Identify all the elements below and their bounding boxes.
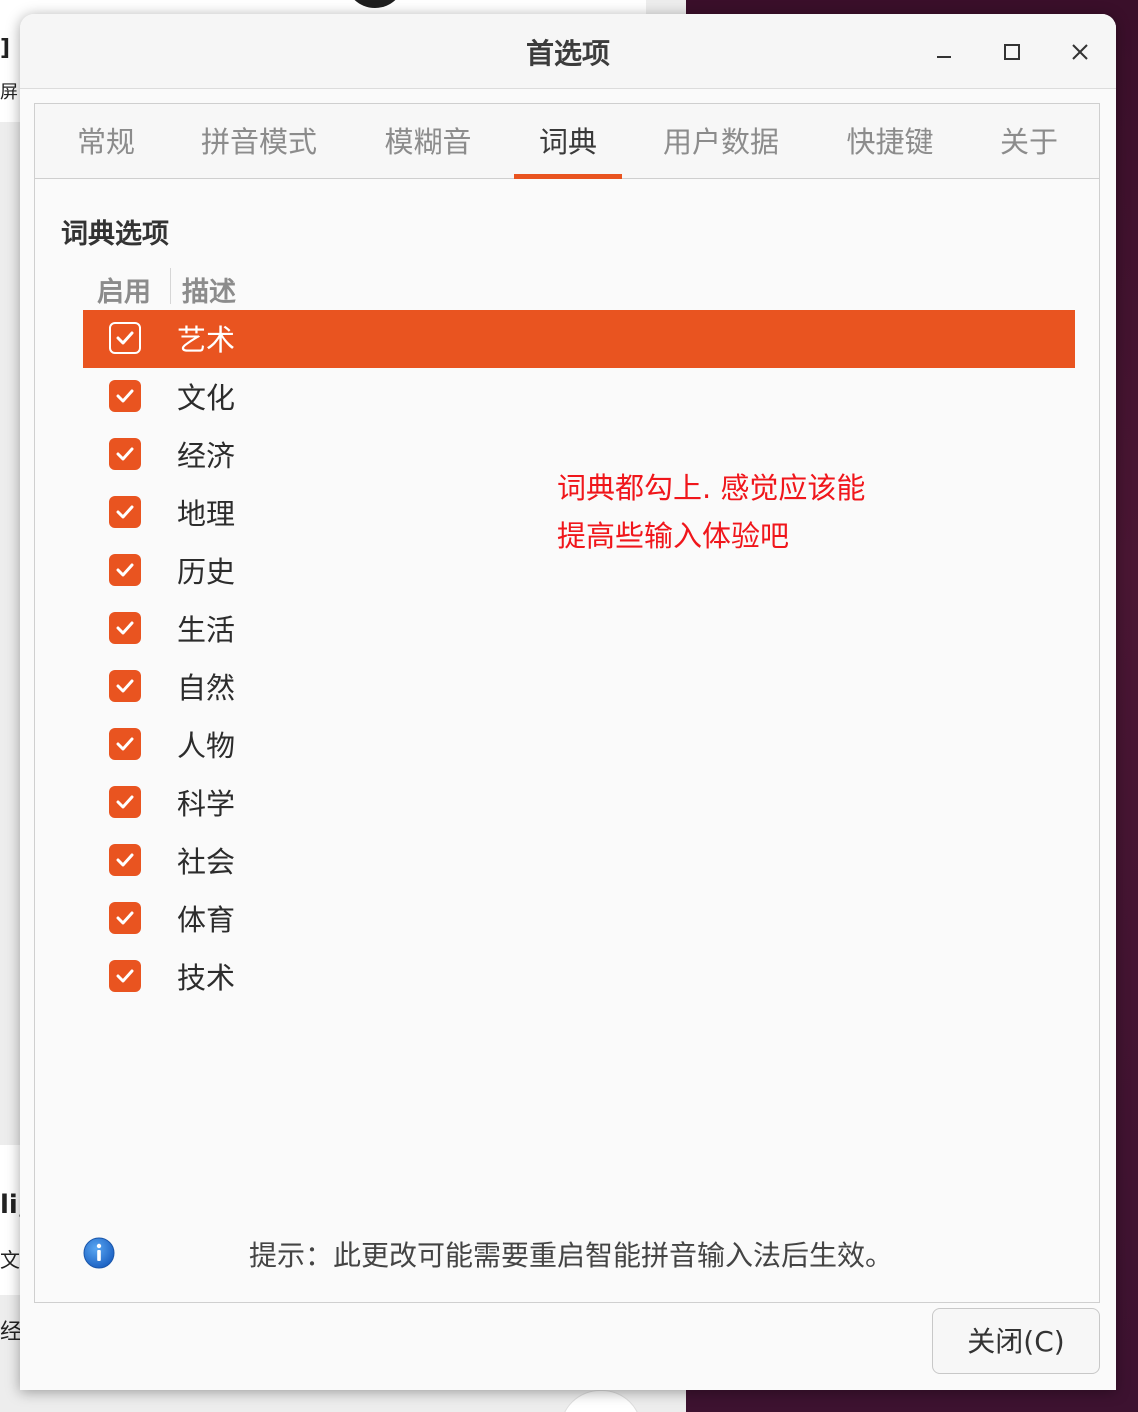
close-icon — [1072, 44, 1088, 60]
list-item[interactable]: 生活 — [83, 600, 1075, 658]
item-label: 科学 — [177, 787, 236, 821]
tab-dictionary[interactable]: 词典 — [514, 104, 622, 179]
checkbox[interactable] — [109, 844, 141, 876]
annotation-note: 词典都勾上. 感觉应该能 提高些输入体验吧 — [557, 464, 865, 560]
checkbox[interactable] — [109, 728, 141, 760]
maximize-button[interactable] — [992, 32, 1032, 72]
close-button[interactable]: 关闭(C) — [932, 1308, 1100, 1374]
item-label: 自然 — [177, 671, 236, 705]
checkmark-icon — [116, 737, 134, 751]
list-item[interactable]: 社会 — [83, 832, 1075, 890]
list-item[interactable]: 文化 — [83, 368, 1075, 426]
preferences-dialog: 首选项 常规 拼音模式 模糊音 词典 用户数据 快捷键 关于 词典选项 启用 描… — [20, 14, 1116, 1390]
checkbox[interactable] — [109, 670, 141, 702]
tab-fuzzy-sound[interactable]: 模糊音 — [381, 104, 475, 178]
hint-text: 提示：此更改可能需要重启智能拼音输入法后生效。 — [249, 1239, 894, 1272]
item-label: 体育 — [177, 903, 236, 937]
minimize-icon — [937, 56, 951, 58]
checkmark-icon — [116, 795, 134, 809]
background-text-fragment: ] — [0, 36, 11, 61]
section-title: 词典选项 — [61, 219, 169, 250]
checkmark-icon — [116, 969, 134, 983]
list-item[interactable]: 自然 — [83, 658, 1075, 716]
checkbox[interactable] — [109, 902, 141, 934]
checkmark-icon — [116, 331, 134, 345]
checkmark-icon — [116, 911, 134, 925]
list-item[interactable]: 人物 — [83, 716, 1075, 774]
background-text-fragment: 屏 — [0, 82, 18, 103]
maximize-icon — [1004, 44, 1020, 60]
list-item[interactable]: 技术 — [83, 948, 1075, 1006]
column-header-description[interactable]: 描述 — [182, 270, 236, 309]
checkbox[interactable] — [109, 612, 141, 644]
checkbox[interactable] — [109, 496, 141, 528]
checkbox[interactable] — [109, 438, 141, 470]
minimize-button[interactable] — [924, 32, 964, 72]
checkmark-icon — [116, 447, 134, 461]
list-item[interactable]: 科学 — [83, 774, 1075, 832]
item-label: 历史 — [177, 555, 236, 589]
item-label: 艺术 — [177, 323, 236, 357]
checkmark-icon — [116, 679, 134, 693]
item-label: 技术 — [177, 961, 236, 995]
checkbox[interactable] — [109, 960, 141, 992]
checkmark-icon — [116, 853, 134, 867]
tab-user-data[interactable]: 用户数据 — [659, 104, 783, 178]
item-label: 人物 — [177, 729, 236, 763]
list-item[interactable]: 体育 — [83, 890, 1075, 948]
item-label: 文化 — [177, 381, 236, 415]
dictionary-list: 艺术 文化 经济 地理 历史 生活 自然 人物 科学 社会 体育 技术 — [83, 310, 1075, 1006]
checkmark-icon — [116, 389, 134, 403]
close-window-button[interactable] — [1060, 32, 1100, 72]
annotation-line: 提高些输入体验吧 — [557, 519, 790, 553]
annotation-line: 词典都勾上. 感觉应该能 — [557, 471, 866, 505]
checkmark-icon — [116, 563, 134, 577]
checkmark-icon — [116, 505, 134, 519]
checkmark-icon — [116, 621, 134, 635]
item-label: 地理 — [177, 497, 236, 531]
tab-about[interactable]: 关于 — [997, 104, 1061, 178]
title-bar[interactable]: 首选项 — [20, 14, 1116, 89]
tab-pinyin-mode[interactable]: 拼音模式 — [197, 104, 321, 178]
checkbox[interactable] — [109, 554, 141, 586]
item-label: 生活 — [177, 613, 236, 647]
info-icon — [83, 1237, 115, 1269]
list-item[interactable]: 艺术 — [83, 310, 1075, 368]
checkbox[interactable] — [109, 322, 141, 354]
preferences-notebook: 常规 拼音模式 模糊音 词典 用户数据 快捷键 关于 词典选项 启用 描述 艺术… — [34, 103, 1100, 1303]
checkbox[interactable] — [109, 380, 141, 412]
column-header-enable[interactable]: 启用 — [97, 270, 151, 309]
item-label: 经济 — [177, 439, 236, 473]
checkbox[interactable] — [109, 786, 141, 818]
item-label: 社会 — [177, 845, 236, 879]
tab-general[interactable]: 常规 — [65, 104, 147, 178]
tab-bar: 常规 拼音模式 模糊音 词典 用户数据 快捷键 关于 — [35, 104, 1099, 179]
tab-shortcuts[interactable]: 快捷键 — [843, 104, 937, 178]
column-separator — [170, 268, 171, 304]
